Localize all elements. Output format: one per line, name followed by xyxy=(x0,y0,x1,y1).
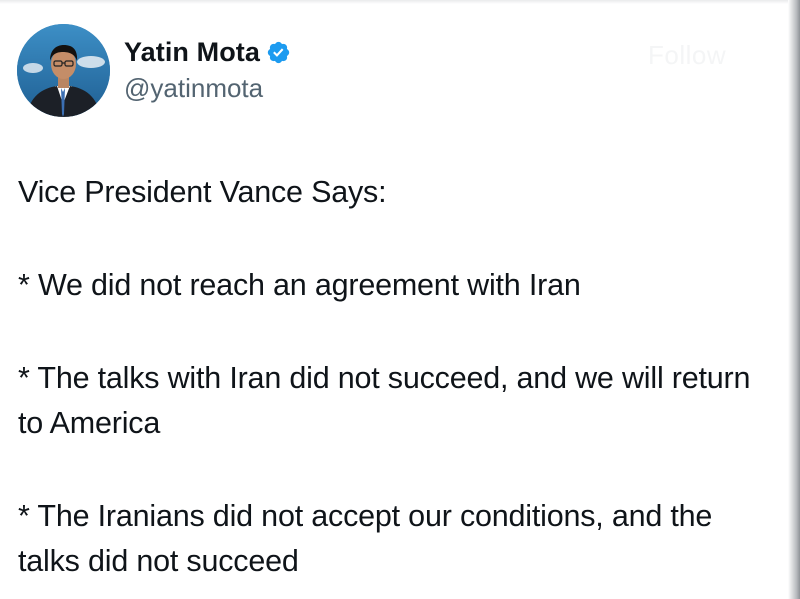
tweet-line-point-3: * The Iranians did not accept our condit… xyxy=(18,499,713,578)
author-name-row: Yatin Mota xyxy=(124,34,291,70)
tweet-line-headline: Vice President Vance Says: xyxy=(18,175,387,209)
display-name[interactable]: Yatin Mota xyxy=(124,37,260,68)
tweet-text: Vice President Vance Says: * We did not … xyxy=(18,170,778,584)
tweet-line-point-2: * The talks with Iran did not succeed, a… xyxy=(18,361,751,440)
user-handle[interactable]: @yatinmota xyxy=(124,73,263,104)
avatar[interactable] xyxy=(17,24,110,117)
tweet-line-point-1: * We did not reach an agreement with Ira… xyxy=(18,268,581,302)
tweet-card: Yatin Mota @yatinmota Follow Vice Presid… xyxy=(0,0,788,599)
follow-button[interactable]: Follow xyxy=(648,40,726,71)
right-edge-shadow xyxy=(788,0,800,599)
verified-badge-icon xyxy=(266,40,291,65)
profile-photo-icon xyxy=(17,24,110,117)
